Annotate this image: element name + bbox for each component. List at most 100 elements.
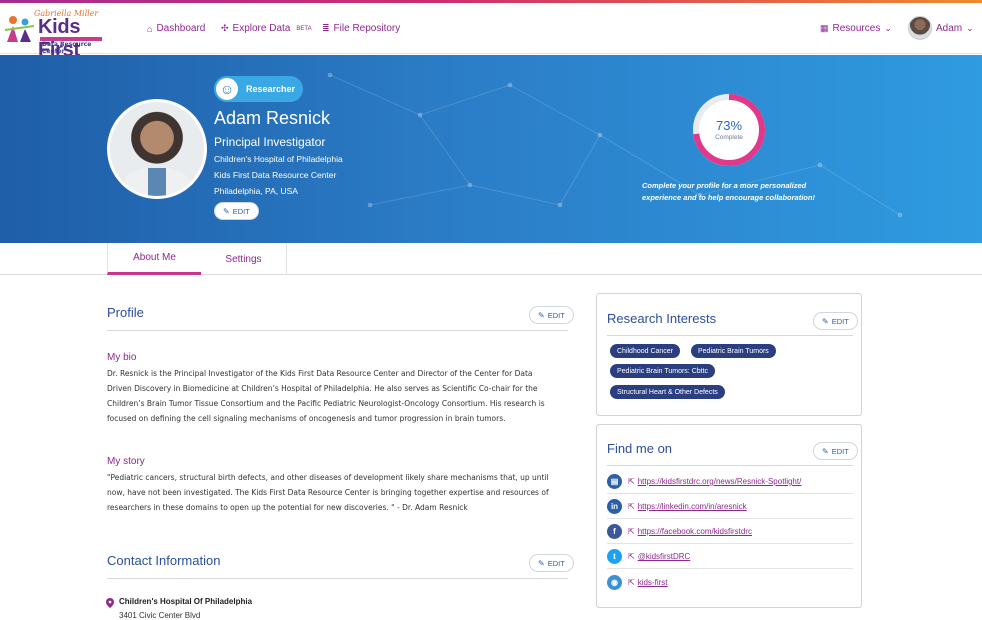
external-link-icon: ⇱	[628, 502, 635, 511]
story-line: now, have not been investigated. The Kid…	[107, 488, 549, 497]
link-row-twitter: t ⇱ @kidsfirstDRC	[607, 545, 853, 569]
bio-line: Dr. Resnick is the Principal Investigato…	[107, 369, 533, 378]
profile-institution: Children's Hospital of Philadelphia	[214, 154, 343, 164]
divider	[107, 578, 568, 579]
website-link[interactable]: https://kidsfirstdrc.org/news/Resnick-Sp…	[638, 477, 802, 486]
github-link[interactable]: kids-first	[638, 578, 668, 587]
twitter-icon: t	[607, 549, 622, 564]
user-avatar[interactable]	[908, 16, 932, 40]
research-interests-title: Research Interests	[607, 311, 717, 326]
bio-line: Children’s Brain Tumor Tissue Consortium…	[107, 399, 545, 408]
address-street: 3401 Civic Center Blvd	[119, 611, 201, 620]
edit-links-button[interactable]: ✎ EDIT	[813, 442, 858, 460]
profile-location: Philadelphia, PA, USA	[214, 186, 298, 196]
bio-line: Driven Discovery in Biomedicine at Child…	[107, 384, 538, 393]
tab-settings[interactable]: Settings	[201, 243, 287, 275]
photo-shirt	[148, 168, 166, 196]
nav-resources[interactable]: ▦ Resources ⌄	[820, 23, 892, 34]
bio-line: focused on defining the cell signaling m…	[107, 414, 506, 423]
kids-first-logo[interactable]: Gabriella Miller Kids First Data Resourc…	[4, 8, 106, 61]
facebook-icon: f	[607, 524, 622, 539]
linkedin-link[interactable]: https://linkedin.com/in/aresnick	[638, 502, 747, 511]
tab-about-me[interactable]: About Me	[107, 243, 201, 275]
location-pin-icon	[106, 598, 114, 608]
user-menu-label: Adam	[936, 23, 963, 34]
nav-file-repository[interactable]: ≣ File Repository	[322, 23, 400, 34]
profile-organization: Kids First Data Resource Center	[214, 170, 337, 180]
edit-label: EDIT	[831, 446, 849, 456]
link-row-website: ▤ ⇱ https://kidsfirstdrc.org/news/Resnic…	[607, 470, 853, 494]
bio-heading: My bio	[107, 352, 137, 363]
interest-tag[interactable]: Pediatric Brain Tumors: Cbttc	[610, 364, 716, 378]
link-row-github: ◉ ⇱ kids-first	[607, 570, 853, 594]
researcher-icon: ☺	[214, 76, 240, 102]
role-label: Researcher	[246, 84, 296, 94]
external-link-icon: ⇱	[628, 477, 635, 486]
pencil-icon: ✎	[538, 558, 545, 568]
link-row-linkedin: in ⇱ https://linkedin.com/in/aresnick	[607, 495, 853, 519]
top-navigation-bar: Gabriella Miller Kids First Data Resourc…	[0, 3, 982, 61]
edit-profile-section-button[interactable]: ✎ EDIT	[529, 306, 574, 324]
edit-label: EDIT	[232, 206, 250, 216]
user-menu[interactable]: Adam ⌄	[936, 23, 974, 34]
pencil-icon: ✎	[822, 446, 829, 456]
edit-label: EDIT	[547, 558, 565, 568]
bio-text: Dr. Resnick is the Principal Investigato…	[107, 366, 545, 426]
website-icon: ▤	[607, 474, 622, 489]
chevron-down-icon: ⌄	[884, 23, 892, 33]
divider	[607, 335, 853, 336]
facebook-link[interactable]: https://facebook.com/kidsfirstdrc	[638, 527, 752, 536]
find-me-on-card: Find me on ✎ EDIT ▤ ⇱ https://kidsfirstd…	[596, 424, 862, 608]
profile-tabs: About Me Settings	[0, 243, 982, 275]
logo-figures-icon	[4, 16, 35, 42]
database-icon: ≣	[322, 23, 330, 33]
profile-completion-gauge: 73% Complete	[690, 91, 768, 169]
story-heading: My story	[107, 456, 145, 467]
profile-header-banner: ☺ Researcher Adam Resnick Principal Inve…	[0, 55, 982, 243]
interest-tag[interactable]: Childhood Cancer	[610, 344, 681, 358]
story-line: "Pediatric cancers, structural birth def…	[107, 473, 549, 482]
nav-resources-label: Resources	[832, 23, 881, 34]
linkedin-icon: in	[607, 499, 622, 514]
beta-badge: BETA	[296, 25, 312, 32]
completion-percent: 73%	[715, 118, 743, 133]
completion-caption: Complete	[715, 134, 743, 141]
nav-dashboard-label: Dashboard	[156, 23, 206, 34]
profile-title: Principal Investigator	[214, 135, 326, 149]
interest-tag[interactable]: Structural Heart & Other Defects	[610, 385, 725, 399]
external-link-icon: ⇱	[628, 527, 635, 536]
logo-tagline: Data Resource Center	[42, 41, 92, 55]
explore-icon: ✣	[221, 23, 229, 33]
twitter-link[interactable]: @kidsfirstDRC	[638, 552, 691, 561]
chevron-down-icon: ⌄	[966, 23, 974, 33]
edit-label: EDIT	[831, 316, 849, 326]
pencil-icon: ✎	[223, 206, 230, 216]
edit-interests-button[interactable]: ✎ EDIT	[813, 312, 858, 330]
divider	[607, 465, 853, 466]
profile-name: Adam Resnick	[214, 108, 331, 128]
research-interests-card: Research Interests ✎ EDIT Childhood Canc…	[596, 293, 862, 416]
pencil-icon: ✎	[538, 310, 545, 320]
nav-explore-data[interactable]: ✣ Explore Data BETA	[221, 23, 312, 34]
profile-photo	[107, 99, 207, 199]
nav-explore-label: Explore Data	[232, 23, 291, 34]
external-link-icon: ⇱	[628, 552, 635, 561]
completion-note: Complete your profile for a more persona…	[642, 181, 815, 202]
interest-tag[interactable]: Pediatric Brain Tumors	[691, 344, 776, 358]
nav-files-label: File Repository	[333, 23, 401, 34]
grid-icon: ▦	[820, 23, 829, 33]
profile-section-title: Profile	[107, 305, 144, 320]
home-icon: ⌂	[147, 23, 153, 34]
edit-profile-header-button[interactable]: ✎ EDIT	[214, 202, 259, 220]
divider	[107, 330, 568, 331]
nav-dashboard[interactable]: ⌂ Dashboard	[147, 23, 205, 34]
external-link-icon: ⇱	[628, 577, 635, 587]
find-me-on-title: Find me on	[607, 441, 673, 456]
github-icon: ◉	[607, 574, 622, 590]
edit-contact-button[interactable]: ✎ EDIT	[529, 554, 574, 572]
story-line: researchers in these domains to open up …	[107, 503, 468, 512]
link-row-facebook: f ⇱ https://facebook.com/kidsfirstdrc	[607, 520, 853, 544]
role-badge: ☺ Researcher	[214, 76, 303, 102]
contact-section-title: Contact Information	[107, 553, 221, 568]
story-text: "Pediatric cancers, structural birth def…	[107, 470, 549, 515]
